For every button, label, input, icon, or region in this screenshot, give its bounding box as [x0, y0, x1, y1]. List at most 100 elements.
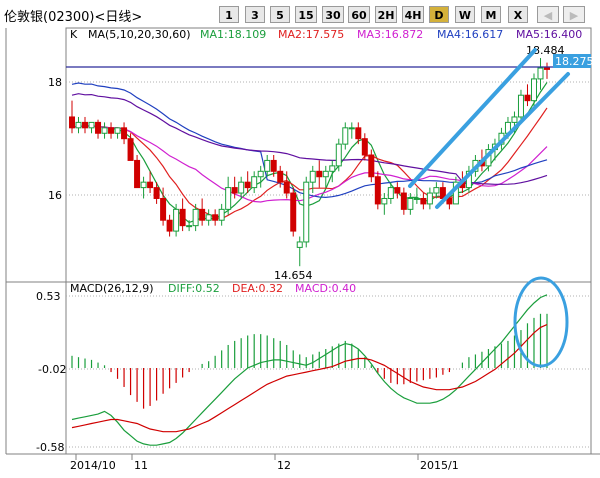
candle-body [75, 121, 82, 129]
chart-canvas: 18 16 0.53 -0.02 -0.58 K MA(5,10,20,30,6… [5, 27, 600, 472]
low-label: 14.654 [274, 269, 313, 282]
candle-body [166, 219, 173, 232]
candle [173, 203, 180, 237]
candle-body [251, 176, 258, 189]
ma3-label: MA3:16.872 [357, 28, 423, 41]
candle [290, 187, 297, 237]
period-button-1[interactable]: 1 [219, 6, 239, 23]
candle [316, 160, 323, 188]
candle [88, 121, 95, 134]
candle-body [283, 181, 290, 194]
macd-label: MACD:0.40 [295, 282, 356, 295]
period-button-3[interactable]: 3 [245, 6, 265, 23]
candle [95, 119, 102, 139]
ma1-line [71, 82, 548, 224]
candle [374, 171, 381, 210]
macd-header: MACD(26,12,9) [70, 282, 154, 295]
candle-body [140, 181, 147, 189]
x-label-jan: 2015/1 [420, 459, 459, 472]
candle-body [231, 187, 238, 194]
candle-body [127, 138, 134, 161]
candle-body [290, 192, 297, 232]
candle-body [218, 208, 225, 221]
candle [205, 209, 212, 226]
ma-header: MA(5,10,20,30,60) [88, 28, 191, 41]
candle [251, 171, 258, 194]
candle-body [199, 208, 206, 221]
candle [387, 182, 394, 204]
candle [335, 138, 342, 172]
period-button-30[interactable]: 30 [322, 6, 344, 23]
candle [420, 193, 427, 210]
candle-body [88, 121, 95, 129]
candle-body [394, 187, 401, 194]
candle-body [426, 192, 433, 205]
candle [108, 122, 115, 139]
candle-body [225, 187, 232, 210]
candle-body [446, 197, 453, 205]
candle [413, 187, 420, 204]
candle-body [101, 127, 108, 134]
candle [101, 122, 108, 139]
candle-body [186, 225, 193, 228]
x-label-nov: 11 [134, 459, 148, 472]
right-arrow-icon[interactable]: ▶ [563, 6, 585, 23]
candle-body [524, 94, 531, 102]
candle [524, 84, 531, 107]
candle-body [160, 197, 167, 221]
candle [296, 236, 303, 267]
candle [537, 58, 544, 90]
candle [225, 176, 232, 215]
candle-body [277, 170, 284, 183]
period-button-5[interactable]: 5 [270, 6, 290, 23]
candle-body [322, 170, 329, 178]
candle-body [374, 176, 381, 205]
candle-body [147, 181, 154, 189]
candle-body [238, 181, 245, 194]
period-button-w[interactable]: W [455, 6, 475, 23]
period-button-m[interactable]: M [481, 6, 501, 23]
price-tick-16: 16 [48, 189, 62, 202]
candle-body [303, 181, 310, 243]
candle-body [134, 159, 141, 189]
period-button-15[interactable]: 15 [295, 6, 317, 23]
candle-body [82, 121, 89, 129]
candle-body [387, 187, 394, 199]
ma4-label: MA4:16.617 [437, 28, 503, 41]
candle-body [381, 197, 388, 205]
period-button-60[interactable]: 60 [348, 6, 370, 23]
candle [238, 176, 245, 199]
period-button-d[interactable]: D [429, 6, 449, 23]
candle-body [95, 121, 102, 134]
candle-body [407, 197, 414, 210]
candle [134, 155, 141, 189]
candle-body [511, 116, 518, 123]
candle-body [329, 165, 336, 172]
candle-body [544, 67, 550, 70]
candle [212, 209, 219, 226]
period-button-4h[interactable]: 4H [402, 6, 424, 23]
period-button-2h[interactable]: 2H [375, 6, 397, 23]
candle-body [121, 127, 128, 140]
candle-body [361, 138, 368, 156]
candle [166, 214, 173, 237]
macd-tick-bot: -0.58 [36, 441, 64, 454]
period-button-x[interactable]: X [508, 6, 528, 23]
candle-body [309, 170, 316, 183]
candle-body [192, 208, 199, 227]
candle-body [296, 241, 303, 248]
candle-body [316, 170, 323, 178]
candle-body [114, 127, 121, 134]
candle-body [212, 214, 219, 221]
candle [400, 187, 407, 215]
candle-body [530, 78, 537, 102]
left-arrow-icon[interactable]: ◀ [537, 6, 559, 23]
candle [348, 122, 355, 139]
price-panel-frame [65, 27, 592, 283]
candle-body [270, 159, 277, 172]
candle-body [355, 127, 362, 140]
candle [530, 73, 537, 107]
macd-tick-mid: -0.02 [38, 363, 66, 376]
x-label-oct: 2014/10 [70, 459, 116, 472]
candle [257, 165, 264, 188]
